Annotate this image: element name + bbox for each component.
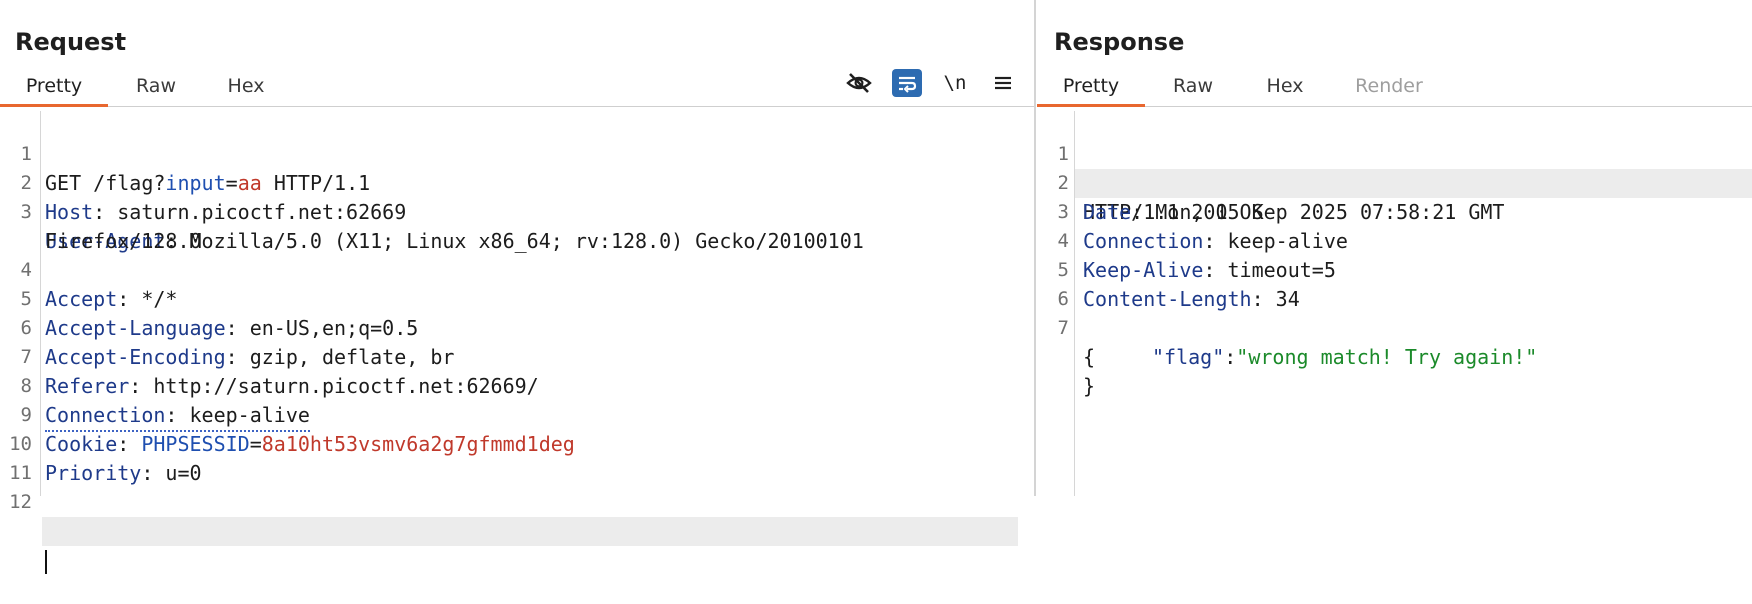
response-title: Response: [1054, 28, 1185, 56]
request-editor[interactable]: 1 GET /flag?input=aa HTTP/1.1 2 Host: sa…: [0, 111, 1034, 574]
response-editor[interactable]: 1 HTTP/1.1 200 OK 2 Date: Mon, 15 Sep 20…: [1037, 111, 1752, 496]
request-tab-hex[interactable]: Hex: [210, 70, 282, 104]
request-line-2[interactable]: 2 Host: saturn.picoctf.net:62669: [0, 140, 1034, 224]
response-tabs: Pretty Raw Hex Render: [1037, 70, 1752, 107]
response-json-body[interactable]: "flag":"wrong match! Try again!": [1037, 314, 1752, 369]
wrap-lines-icon[interactable]: [892, 69, 922, 97]
response-line-7[interactable]: 7 {: [1037, 285, 1752, 369]
line-number: 12: [9, 491, 32, 513]
request-line-12[interactable]: 12: [0, 459, 1034, 574]
response-json-close[interactable]: }: [1037, 343, 1752, 398]
response-line-5[interactable]: 5 Content-Length: 34: [1037, 227, 1752, 311]
request-line-6[interactable]: 6 Accept-Encoding: gzip, deflate, br: [0, 285, 1034, 369]
text-cursor: [45, 549, 47, 574]
response-line-2[interactable]: 2 Date: Mon, 15 Sep 2025 07:58:21 GMT: [1037, 140, 1752, 224]
request-title: Request: [15, 28, 127, 56]
response-line-4[interactable]: 4 Keep-Alive: timeout=5: [1037, 198, 1752, 282]
hide-eye-icon[interactable]: [844, 69, 874, 97]
request-tab-pretty[interactable]: Pretty: [0, 70, 108, 107]
request-line-1[interactable]: 1 GET /flag?input=aa HTTP/1.1: [0, 111, 1034, 195]
request-panel: Request Pretty Raw Hex \n 1 GET /flag?in…: [0, 0, 1034, 574]
response-line-6[interactable]: 6: [1037, 256, 1752, 310]
newline-icon[interactable]: \n: [940, 69, 970, 97]
menu-icon[interactable]: [988, 69, 1018, 97]
panel-divider[interactable]: [1034, 0, 1036, 496]
request-tabs: Pretty Raw Hex: [0, 70, 1034, 107]
request-line-4[interactable]: 4 Accept: */*: [0, 227, 1034, 311]
response-tab-render[interactable]: Render: [1341, 70, 1437, 104]
request-line-11[interactable]: 11: [0, 430, 1034, 484]
request-line-3[interactable]: 3 User-Agent: Mozilla/5.0 (X11; Linux x8…: [0, 169, 1034, 253]
request-tab-raw[interactable]: Raw: [120, 70, 192, 104]
response-tab-pretty[interactable]: Pretty: [1037, 70, 1145, 107]
request-line-7[interactable]: 7 Referer: http://saturn.picoctf.net:626…: [0, 314, 1034, 398]
current-line-highlight: [42, 517, 1018, 546]
response-panel: Response Pretty Raw Hex Render 1 HTTP/1.…: [1037, 0, 1752, 496]
request-line-3-wrap[interactable]: Firefox/128.0: [0, 198, 1034, 253]
response-tab-hex[interactable]: Hex: [1249, 70, 1321, 104]
request-line-9[interactable]: 9 Cookie: PHPSESSID=8a10ht53vsmv6a2g7gfm…: [0, 372, 1034, 456]
request-line-5[interactable]: 5 Accept-Language: en-US,en;q=0.5: [0, 256, 1034, 340]
response-line-3[interactable]: 3 Connection: keep-alive: [1037, 169, 1752, 253]
response-line-1[interactable]: 1 HTTP/1.1 200 OK: [1037, 111, 1752, 224]
request-line-8[interactable]: 8 Connection: keep-alive: [0, 343, 1034, 432]
json-brace-close: }: [1083, 374, 1096, 398]
response-tab-raw[interactable]: Raw: [1157, 70, 1229, 104]
request-line-10[interactable]: 10 Priority: u=0: [0, 401, 1034, 485]
